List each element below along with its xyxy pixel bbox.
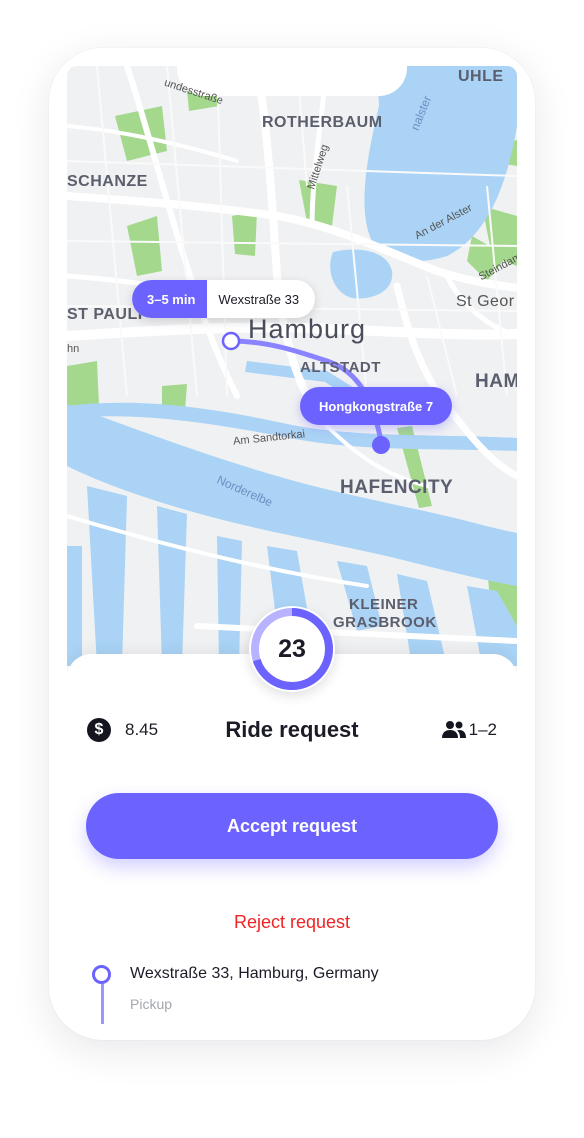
accept-request-button[interactable]: Accept request	[86, 793, 498, 859]
map-label-kleiner: KLEINER	[349, 596, 419, 613]
map-label-hafencity: HAFENCITY	[340, 477, 454, 498]
map-canvas	[67, 66, 517, 666]
map-label-hamburg: Hamburg	[248, 314, 367, 344]
map-label-uhle: UHLE	[458, 68, 504, 85]
people-icon	[441, 721, 466, 738]
pickup-marker-icon	[92, 965, 111, 984]
map-label-hn: hn	[67, 343, 80, 355]
dollar-coin-icon: $	[87, 718, 111, 742]
countdown-value: 23	[278, 634, 306, 663]
map-view[interactable]: UHLE undesstraße ROTHERBAUM nalster SCHA…	[67, 66, 517, 666]
app-screen: UHLE undesstraße ROTHERBAUM nalster SCHA…	[67, 66, 517, 1024]
seats: 1–2	[441, 714, 497, 746]
pickup-chip-address: Wexstraße 33	[218, 291, 300, 307]
map-label-altstadt: ALTSTADT	[300, 359, 381, 376]
map-label-schanze: SCHANZE	[67, 173, 148, 190]
pickup-address: Wexstraße 33, Hamburg, Germany	[130, 965, 379, 982]
map-label-st-georg: St Geor	[456, 293, 515, 310]
fare: $ 8.45	[87, 714, 158, 746]
map-label-grasbrook: GRASBROOK	[333, 614, 437, 631]
destination-chip[interactable]: Hongkongstraße 7	[300, 387, 453, 425]
ride-info-row: Ride request $ 8.45 1–2	[67, 714, 517, 746]
map-label-ham: HAM	[475, 371, 517, 392]
countdown-timer: 23	[249, 606, 335, 692]
pickup-route-chip[interactable]: 3–5 min Wexstraße 33	[132, 280, 316, 318]
map-label-st-pauli: ST PAULI	[67, 306, 143, 323]
fare-value: 8.45	[125, 720, 159, 739]
map-label-rotherbaum: ROTHERBAUM	[262, 114, 383, 131]
route-timeline-line	[101, 984, 104, 1024]
reject-request-button[interactable]: Reject request	[67, 908, 517, 936]
seats-value: 1–2	[468, 720, 497, 739]
eta-label: 3–5 min	[132, 280, 208, 318]
pickup-type-label: Pickup	[130, 996, 173, 1012]
